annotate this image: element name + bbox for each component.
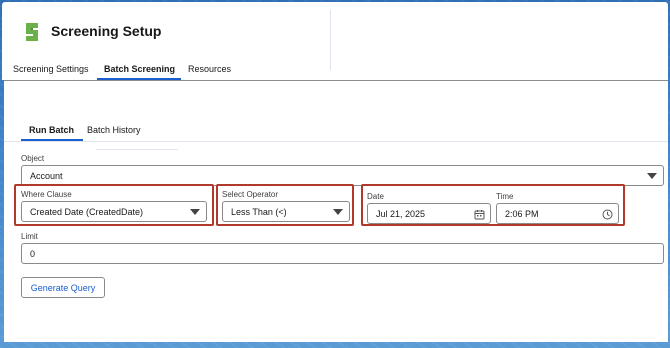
operator-label: Select Operator	[222, 190, 279, 199]
main-content: Run Batch Batch History Object Account W…	[4, 80, 668, 342]
calendar-icon[interactable]	[474, 209, 485, 220]
time-label: Time	[496, 192, 514, 201]
object-value: Account	[30, 170, 63, 181]
operator-select[interactable]: Less Than (<)	[222, 201, 350, 222]
chevron-down-icon	[647, 173, 657, 179]
subtab-divider	[4, 141, 668, 142]
limit-label: Limit	[21, 232, 38, 241]
page-title: Screening Setup	[51, 23, 162, 39]
time-value: 2:06 PM	[505, 208, 539, 219]
clock-icon[interactable]	[602, 209, 613, 220]
object-select[interactable]: Account	[21, 165, 664, 186]
subtab-divider-faint	[96, 149, 178, 150]
tab-resources[interactable]: Resources	[188, 64, 231, 80]
date-value: Jul 21, 2025	[376, 208, 426, 219]
app-logo-icon	[26, 23, 38, 41]
tab-batch-history[interactable]: Batch History	[87, 125, 141, 135]
time-input[interactable]: 2:06 PM	[496, 203, 619, 224]
generate-query-button[interactable]: Generate Query	[21, 277, 105, 298]
where-clause-select[interactable]: Created Date (CreatedDate)	[21, 201, 207, 222]
where-clause-value: Created Date (CreatedDate)	[30, 206, 144, 217]
chevron-down-icon	[190, 209, 200, 215]
divider	[330, 10, 331, 70]
where-clause-label: Where Clause	[21, 190, 72, 199]
chevron-down-icon	[333, 209, 343, 215]
date-input[interactable]: Jul 21, 2025	[367, 203, 491, 224]
tab-run-batch[interactable]: Run Batch	[29, 125, 74, 135]
operator-value: Less Than (<)	[231, 206, 287, 217]
object-label: Object	[21, 154, 45, 163]
limit-input[interactable]: 0	[21, 243, 664, 264]
limit-value: 0	[30, 248, 36, 259]
tab-screening-settings[interactable]: Screening Settings	[13, 64, 89, 80]
header-panel: Screening Setup Screening Settings Batch…	[2, 2, 668, 80]
date-label: Date	[367, 192, 384, 201]
